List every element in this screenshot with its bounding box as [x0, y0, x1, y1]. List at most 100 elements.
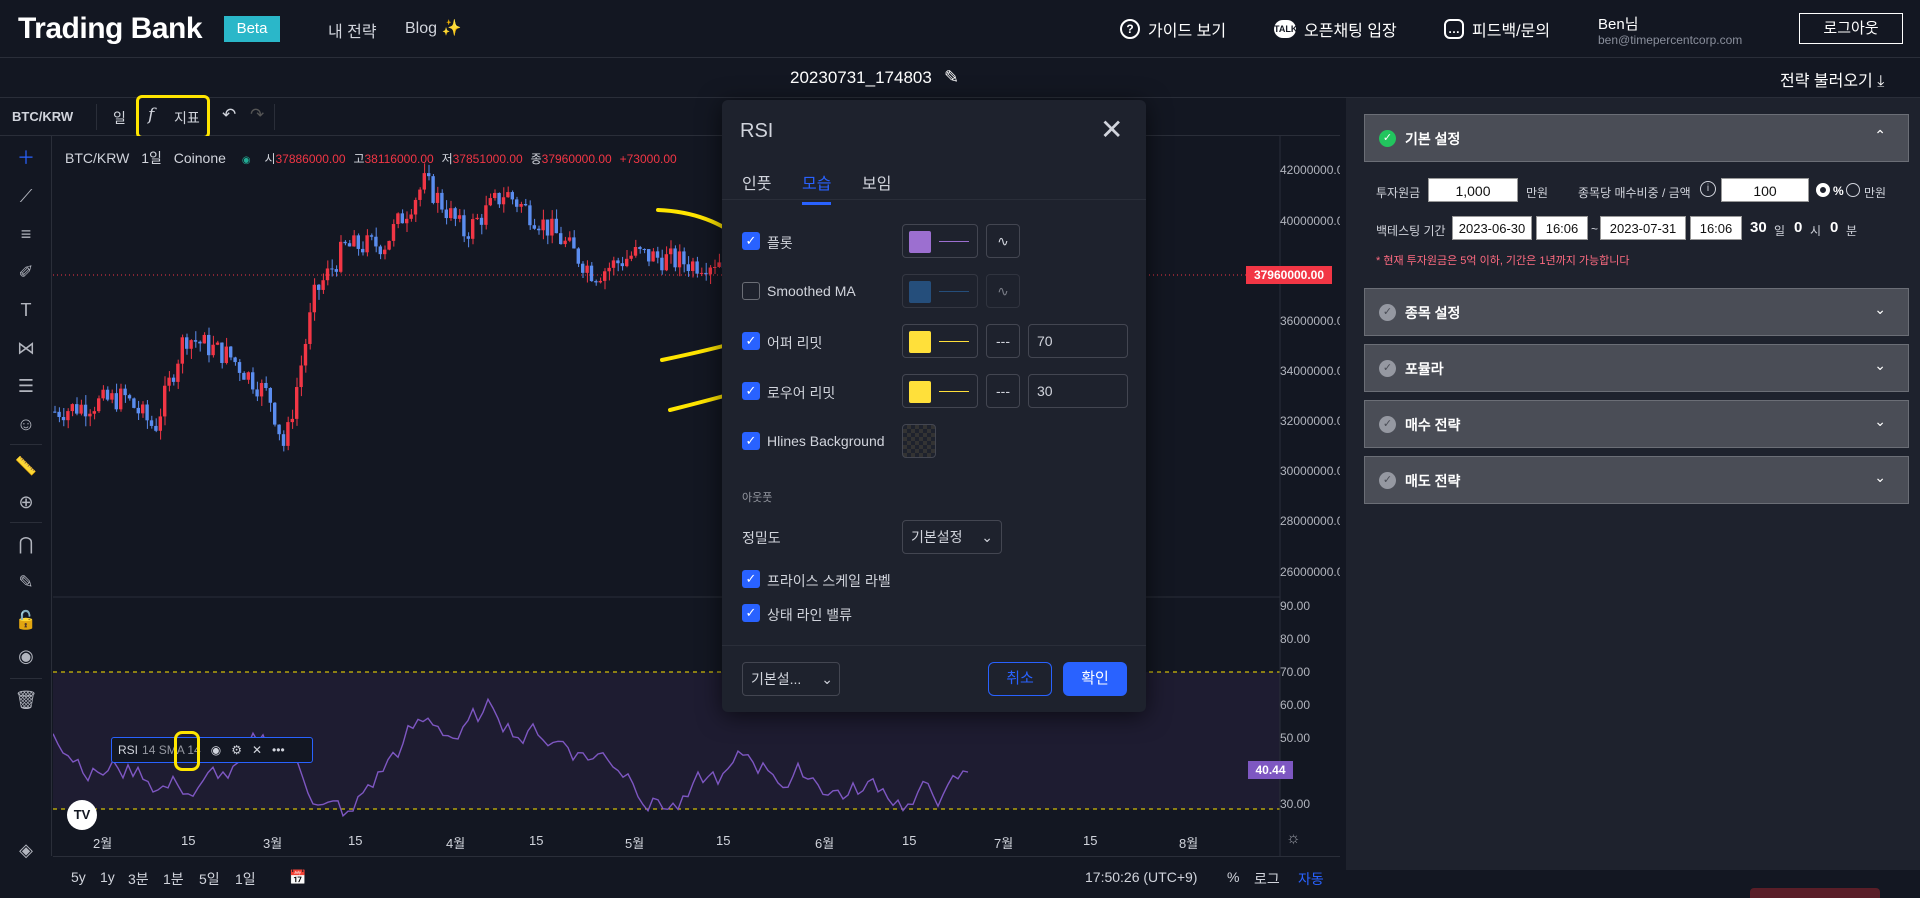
line-style-icon[interactable]: ∿ — [986, 274, 1020, 308]
plot-checkbox[interactable]: ✓ — [742, 232, 760, 250]
pencil-icon[interactable]: ✎ — [944, 67, 959, 88]
plot-color-picker[interactable] — [902, 224, 978, 258]
text-icon[interactable]: T — [12, 296, 40, 324]
ratio-input[interactable]: 100 — [1721, 178, 1809, 202]
invest-input[interactable]: 1,000 — [1428, 178, 1518, 202]
eye-icon[interactable]: ◉ — [211, 743, 221, 757]
range-1min[interactable]: 1분 — [163, 869, 184, 889]
nav-blog[interactable]: Blog ✨ — [405, 18, 461, 38]
asset-settings-header[interactable]: ✓ 종목 설정 ⌄ — [1364, 288, 1909, 336]
ruler-icon[interactable]: 📏 — [12, 452, 40, 480]
precision-select[interactable]: 기본설정 ⌄ — [902, 520, 1002, 554]
tab-inputs[interactable]: 인풋 — [742, 170, 771, 194]
lower-limit-color-picker[interactable] — [902, 374, 978, 408]
formula-header[interactable]: ✓ 포뮬라 ⌄ — [1364, 344, 1909, 392]
crosshair-icon[interactable]: ＋ — [12, 144, 40, 172]
ok-button[interactable]: 확인 — [1063, 662, 1127, 696]
lower-limit-checkbox[interactable]: ✓ — [742, 382, 760, 400]
zoom-icon[interactable]: ⊕ — [12, 488, 40, 516]
candle-body — [119, 388, 123, 410]
range-1d[interactable]: 1일 — [235, 869, 256, 889]
won-radio[interactable] — [1846, 183, 1860, 197]
end-date-input[interactable]: 2023-07-31 — [1600, 216, 1686, 240]
logout-button[interactable]: 로그아웃 — [1799, 13, 1903, 44]
feedback-button[interactable]: … 피드백/문의 — [1444, 17, 1550, 41]
tab-visibility[interactable]: 보임 — [862, 170, 891, 194]
trash-icon[interactable]: 🗑 — [12, 686, 40, 714]
hlines-bg-color-picker[interactable] — [902, 424, 936, 458]
redo-icon[interactable]: ↷ — [250, 105, 264, 125]
run-button-edge[interactable] — [1750, 888, 1880, 898]
range-5d[interactable]: 5일 — [199, 869, 220, 889]
symbol-button[interactable]: BTC/KRW — [12, 109, 73, 124]
status-line-value-checkbox[interactable]: ✓ — [742, 604, 760, 622]
candle-body — [83, 404, 88, 417]
feedback-label: 피드백/문의 — [1472, 23, 1551, 40]
candle-body — [589, 265, 594, 282]
emoji-icon[interactable]: ☺ — [12, 410, 40, 438]
load-strategy-button[interactable]: 전략 불러오기 ⤓ — [1780, 67, 1884, 91]
guide-button[interactable]: ? 가이드 보기 — [1120, 17, 1226, 41]
info-icon[interactable]: i — [1700, 181, 1716, 197]
range-3min[interactable]: 3분 — [128, 869, 149, 889]
lock-icon[interactable]: 🔓 — [12, 606, 40, 634]
eye-icon[interactable]: ◉ — [12, 642, 40, 670]
upper-limit-color-picker[interactable] — [902, 324, 978, 358]
defaults-select[interactable]: 기본설... ⌄ — [742, 662, 840, 696]
more-icon[interactable]: ••• — [272, 743, 285, 757]
hlines-bg-checkbox[interactable]: ✓ — [742, 432, 760, 450]
line-style-icon[interactable]: ∿ — [986, 224, 1020, 258]
dash-style-icon[interactable]: --- — [986, 324, 1020, 358]
price-scale-label-text: 프라이스 스케일 라벨 — [767, 573, 891, 589]
legend-interval: 1일 — [141, 150, 162, 166]
upper-limit-checkbox[interactable]: ✓ — [742, 332, 760, 350]
undo-icon[interactable]: ↶ — [222, 105, 236, 125]
auto-toggle[interactable]: 자동 — [1298, 869, 1324, 889]
start-time-input[interactable]: 16:06 — [1536, 216, 1588, 240]
fib-icon[interactable]: ≡ — [12, 220, 40, 248]
magnet-icon[interactable]: ⋂ — [12, 530, 40, 558]
brand-logo[interactable]: Trading Bank — [18, 12, 203, 46]
rsi-legend[interactable]: RSI 14 SMA 14 ◉ ⚙ ✕ ••• — [111, 737, 313, 763]
user-email: ben@timepercentcorp.com — [1598, 33, 1743, 47]
date-range-icon[interactable]: 📅 — [289, 869, 306, 886]
candle-body — [603, 271, 607, 281]
percent-radio[interactable] — [1816, 183, 1830, 197]
settings-icon[interactable]: ☼ — [1286, 830, 1301, 848]
trendline-icon[interactable]: ⟋ — [12, 182, 40, 210]
interval-button[interactable]: 일 — [113, 108, 126, 128]
end-time-input[interactable]: 16:06 — [1690, 216, 1742, 240]
clock-time[interactable]: 17:50:26 (UTC+9) — [1085, 869, 1197, 885]
candle-body — [387, 240, 391, 250]
price-scale-label-checkbox[interactable]: ✓ — [742, 570, 760, 588]
basic-settings-header[interactable]: ✓ 기본 설정 ⌃ — [1364, 114, 1909, 162]
close-icon[interactable]: ✕ — [252, 743, 262, 757]
candle-body — [268, 388, 272, 403]
ma-color-picker[interactable] — [902, 274, 978, 308]
dash-style-icon[interactable]: --- — [986, 374, 1020, 408]
percent-toggle[interactable]: % — [1227, 869, 1239, 885]
range-5y[interactable]: 5y — [71, 869, 86, 885]
gear-icon[interactable]: ⚙ — [231, 743, 242, 757]
buy-strategy-header[interactable]: ✓ 매수 전략 ⌄ — [1364, 400, 1909, 448]
start-date-input[interactable]: 2023-06-30 — [1452, 216, 1532, 240]
brush-icon[interactable]: ✐ — [12, 258, 40, 286]
pattern-icon[interactable]: ⋈ — [12, 334, 40, 362]
forecast-icon[interactable]: ☰ — [12, 372, 40, 400]
layers-icon[interactable]: ◈ — [12, 836, 40, 864]
indicator-button[interactable]: 지표 — [174, 108, 200, 128]
candle-body — [457, 215, 462, 219]
fx-icon[interactable]: f — [148, 105, 154, 125]
nav-my-strategy[interactable]: 내 전략 — [328, 18, 377, 42]
openchat-button[interactable]: TALK 오픈채팅 입장 — [1274, 17, 1397, 41]
log-toggle[interactable]: 로그 — [1254, 869, 1280, 889]
cancel-button[interactable]: 취소 — [988, 662, 1052, 696]
lower-limit-input[interactable]: 30 — [1028, 374, 1128, 408]
upper-limit-input[interactable]: 70 — [1028, 324, 1128, 358]
lock-draw-icon[interactable]: ✎ — [12, 568, 40, 596]
tradingview-logo-icon[interactable]: TV — [67, 800, 97, 830]
smoothed-ma-checkbox[interactable] — [742, 282, 760, 300]
sell-strategy-header[interactable]: ✓ 매도 전략 ⌄ — [1364, 456, 1909, 504]
close-icon[interactable]: ✕ — [1100, 116, 1123, 144]
range-1y[interactable]: 1y — [100, 869, 115, 885]
